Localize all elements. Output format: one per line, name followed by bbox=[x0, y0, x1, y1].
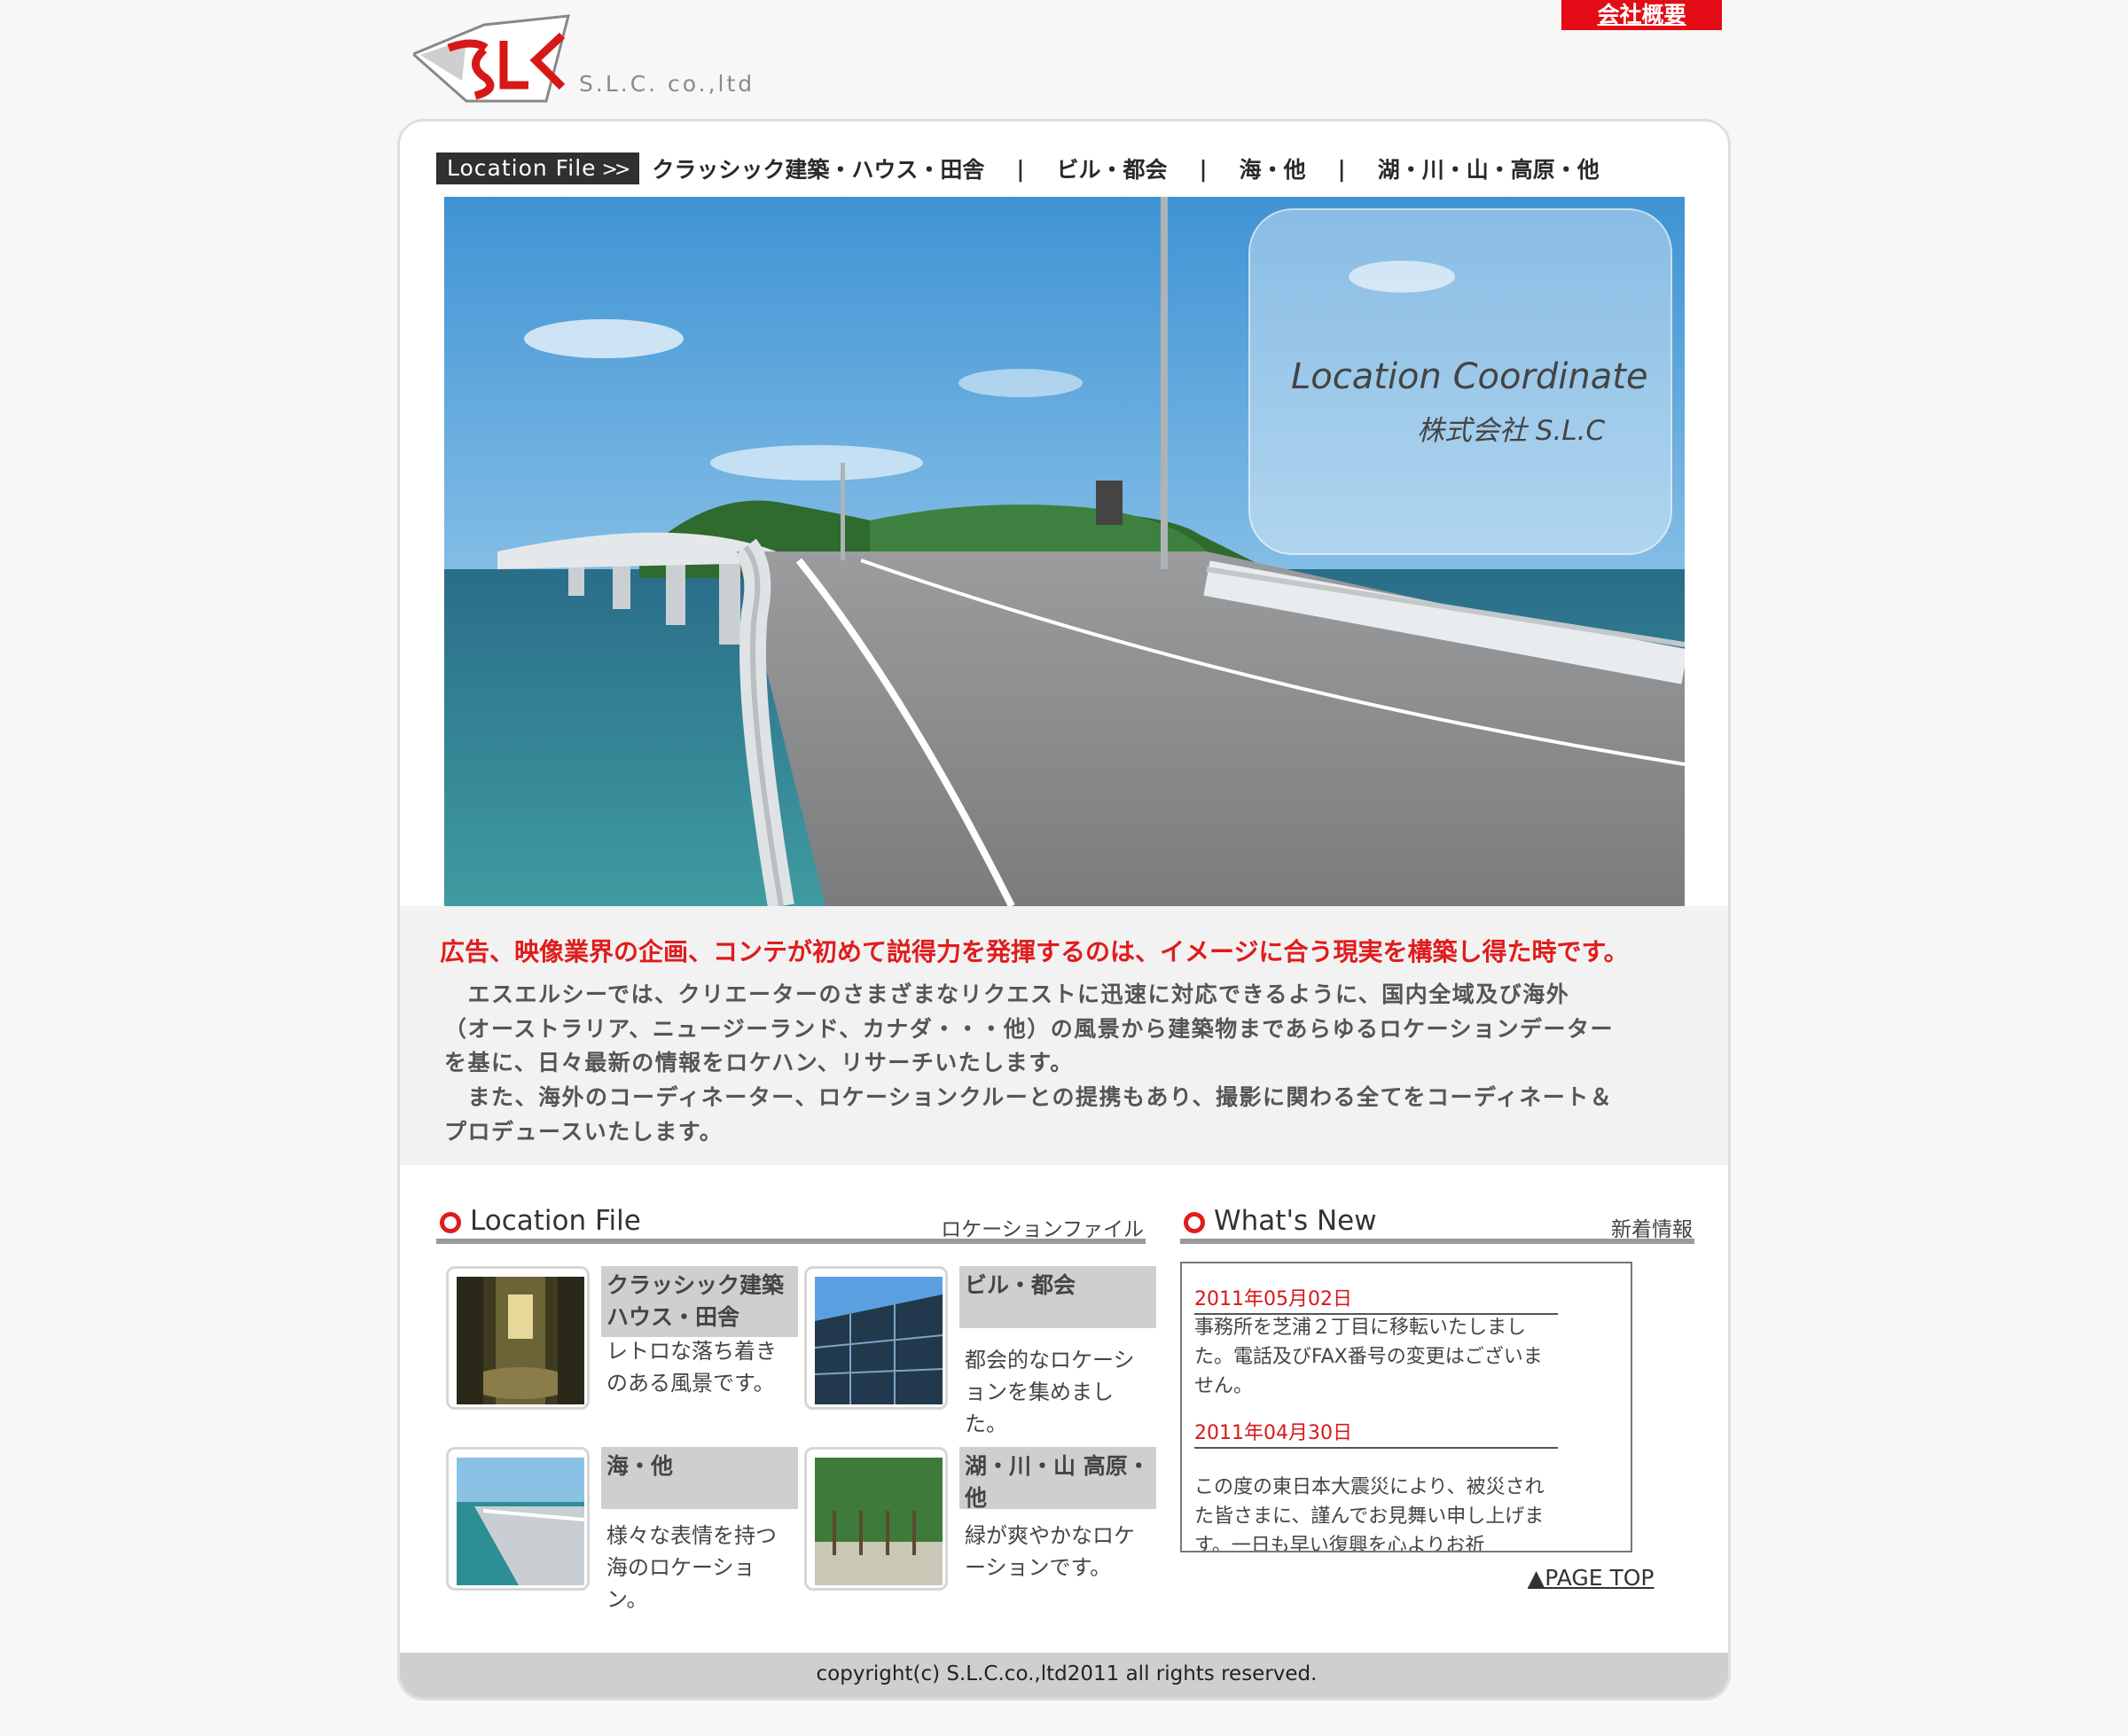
double-chevron-icon: >> bbox=[601, 159, 631, 181]
nav-item-classic[interactable]: クラッシック建築・ハウス・田舎 bbox=[652, 152, 984, 184]
location-file-header: Location File ロケーションファイル bbox=[436, 1203, 1146, 1244]
intro-line: （オーストラリア、ニュージーランド、カナダ・・・他）の風景から建築物まであらゆる… bbox=[444, 1016, 1615, 1042]
location-file-tag: Location File >> bbox=[436, 152, 640, 184]
circle-bullet-icon bbox=[440, 1212, 461, 1233]
building-description: 都会的なロケーションを集めました。 bbox=[965, 1348, 1135, 1436]
sea-title[interactable]: 海・他 bbox=[601, 1447, 798, 1509]
sea-thumbnail[interactable] bbox=[446, 1447, 590, 1591]
intro-line: を基に、日々最新の情報をロケハン、リサーチいたします。 bbox=[444, 1050, 1074, 1075]
nature-description: 緑が爽やかなロケーションです。 bbox=[965, 1523, 1135, 1580]
classic-title[interactable]: クラッシック建築ハウス・田舎 bbox=[601, 1266, 798, 1337]
circle-bullet-icon bbox=[1184, 1212, 1205, 1233]
news-date: 2011年04月30日 bbox=[1194, 1417, 1558, 1449]
intro-line: プロデュースいたします。 bbox=[444, 1119, 724, 1145]
hero-subtitle: 株式会社 S.L.C bbox=[1417, 415, 1606, 447]
location-file-title-jp: ロケーションファイル bbox=[941, 1218, 1144, 1241]
hero-image: Location Coordinate 株式会社 S.L.C bbox=[444, 197, 1685, 906]
nav-item-building[interactable]: ビル・都会 bbox=[1057, 152, 1168, 184]
whats-new-title: What's New bbox=[1214, 1205, 1377, 1237]
category-nav: Location File >> クラッシック建築・ハウス・田舎 | ビル・都会 … bbox=[436, 152, 1600, 184]
news-text: この度の東日本大震災により、被災された皆さまに、謹んでお見舞い申し上げます。一日… bbox=[1194, 1476, 1545, 1552]
page-top-link[interactable]: ▲PAGE TOP bbox=[1528, 1565, 1655, 1591]
company-logo[interactable] bbox=[411, 14, 582, 103]
news-text: 事務所を芝浦２丁目に移転いたしました。電話及びFAX番号の変更はございません。 bbox=[1194, 1317, 1543, 1397]
intro-lead: 広告、映像業界の企画、コンテが初めて説得力を発揮するのは、イメージに合う現実を構… bbox=[440, 937, 1629, 966]
nav-separator: | bbox=[1337, 155, 1346, 182]
footer: copyright(c) S.L.C.co.,ltd2011 all right… bbox=[400, 1653, 1728, 1698]
building-title[interactable]: ビル・都会 bbox=[959, 1266, 1156, 1328]
classic-description: レトロな落ち着きのある風景です。 bbox=[606, 1339, 777, 1396]
intro-line: また、海外のコーディネーター、ロケーションクルーとの提携もあり、撮影に関わる全て… bbox=[444, 1084, 1614, 1110]
hero-title: Location Coordinate bbox=[1291, 356, 1648, 397]
copyright-text: copyright(c) S.L.C.co.,ltd2011 all right… bbox=[816, 1662, 1318, 1685]
intro-band: 広告、映像業界の企画、コンテが初めて説得力を発揮するのは、イメージに合う現実を構… bbox=[400, 906, 1728, 1165]
sea-description: 様々な表情を持つ海のロケーション。 bbox=[606, 1523, 777, 1612]
intro-line: エスエルシーでは、クリエーターのさまざまなリクエストに迅速に対応できるように、国… bbox=[444, 981, 1570, 1007]
building-thumbnail[interactable] bbox=[804, 1266, 948, 1410]
classic-thumbnail[interactable] bbox=[446, 1266, 590, 1410]
news-list[interactable]: 2011年05月02日 事務所を芝浦２丁目に移転いたしました。電話及びFAX番号… bbox=[1180, 1262, 1632, 1552]
nav-separator: | bbox=[1016, 155, 1025, 182]
nature-thumbnail[interactable] bbox=[804, 1447, 948, 1591]
company-overview-link[interactable]: 会社概要 bbox=[1561, 0, 1722, 30]
nav-separator: | bbox=[1199, 155, 1208, 182]
location-file-title: Location File bbox=[470, 1205, 641, 1237]
main-card: Location File >> クラッシック建築・ハウス・田舎 | ビル・都会 … bbox=[397, 119, 1731, 1701]
nature-title[interactable]: 湖・川・山 高原・他 bbox=[959, 1447, 1156, 1511]
whats-new-title-jp: 新着情報 bbox=[1611, 1218, 1693, 1241]
nav-item-nature[interactable]: 湖・川・山・高原・他 bbox=[1378, 152, 1600, 184]
news-date: 2011年05月02日 bbox=[1194, 1283, 1558, 1315]
whats-new-header: What's New 新着情報 bbox=[1180, 1203, 1694, 1244]
company-name: S.L.C. co.,ltd bbox=[579, 71, 755, 97]
nav-item-sea[interactable]: 海・他 bbox=[1240, 152, 1306, 184]
location-file-tag-label: Location File bbox=[447, 155, 597, 181]
